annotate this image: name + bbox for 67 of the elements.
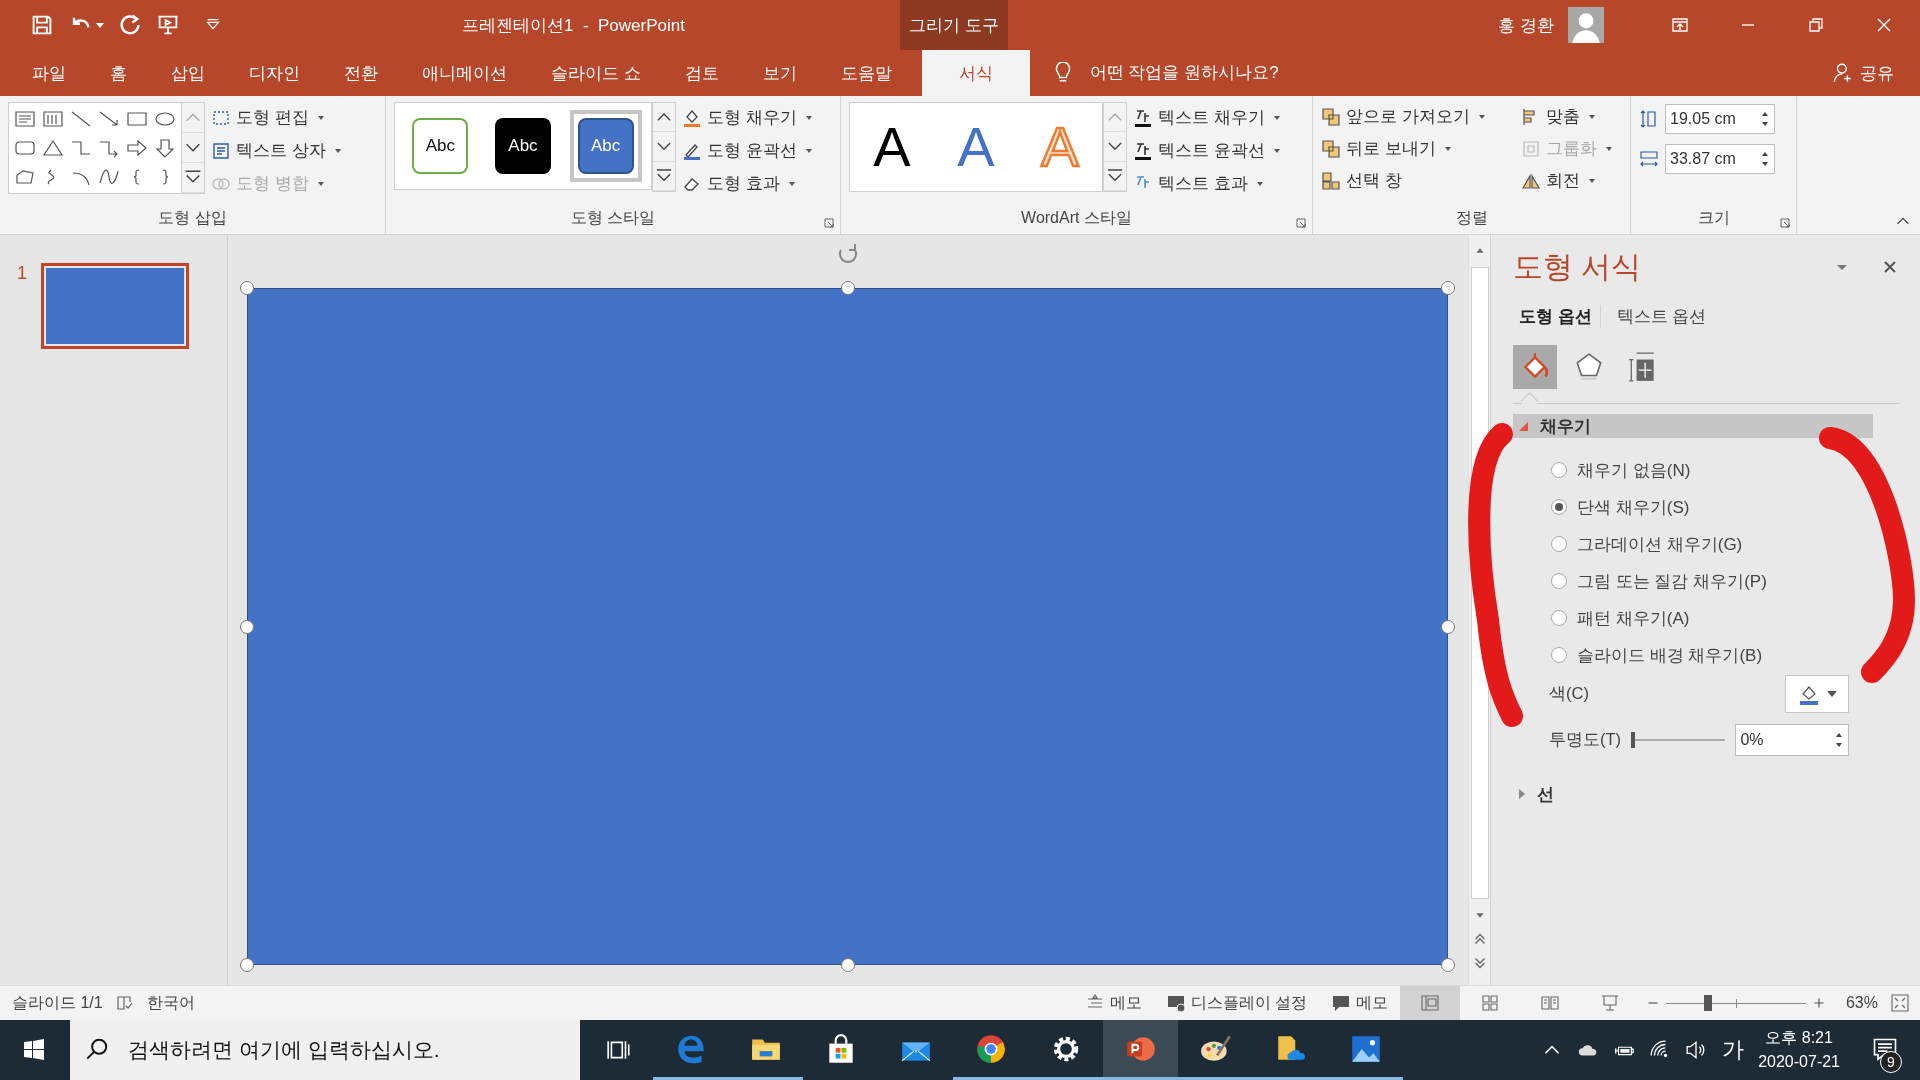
clock-time: 오후 8:21: [1765, 1028, 1833, 1048]
notification-count: 9: [1880, 1051, 1902, 1073]
option-label: 그림 또는 질감 채우기(P): [1577, 570, 1767, 593]
input-method-indicator[interactable]: 가: [1722, 1035, 1745, 1065]
pane-title: 도형 서식: [1513, 248, 1643, 285]
section-header[interactable]: 채우기: [1513, 414, 1873, 438]
ribbon-tab[interactable]: 도움말: [818, 50, 914, 96]
style-preset[interactable]: Abc: [569, 110, 642, 182]
pane-tab[interactable]: 도형 옵션: [1513, 304, 1601, 328]
ribbon-tab[interactable]: 전환: [322, 50, 400, 96]
section-header[interactable]: 선: [1513, 782, 1873, 806]
ribbon-tab[interactable]: 디자인: [227, 50, 322, 96]
option-label: 패턴 채우기(A): [1577, 607, 1690, 630]
ribbon-command[interactable]: 도형 효과: [682, 169, 812, 198]
clock-date: 2020-07-21: [1758, 1052, 1840, 1072]
ribbon-tab[interactable]: 슬라이드 쇼: [529, 50, 663, 96]
ribbon-command[interactable]: 도형 편집: [211, 103, 341, 132]
option-label: 단색 채우기(S): [1577, 496, 1690, 519]
ribbon-command[interactable]: 텍스트 효과: [1133, 169, 1280, 198]
group-label: 크기: [1696, 208, 1731, 228]
width-field[interactable]: 33.87 cm: [1665, 144, 1775, 174]
ribbon-command[interactable]: 선택 창: [1321, 166, 1521, 195]
wordart-preset[interactable]: A: [873, 119, 911, 175]
option-label: 채우기 없음(N): [1577, 459, 1691, 482]
wordart-preset[interactable]: A: [957, 119, 995, 175]
share-button[interactable]: 공유: [1832, 50, 1894, 96]
window-title: 프레젠테이션1 - PowerPoint: [462, 14, 686, 37]
ribbon-command[interactable]: 회전: [1521, 166, 1621, 195]
ribbon-tab[interactable]: 검토: [662, 50, 741, 96]
group-label: 도형 스타일: [569, 208, 657, 228]
ribbon-tab[interactable]: 파일: [0, 50, 88, 96]
ribbon-command[interactable]: 도형 채우기: [682, 103, 812, 132]
user-name: 홍 경환: [1498, 14, 1554, 37]
ribbon-command[interactable]: 텍스트 채우기: [1133, 103, 1280, 132]
ribbon-command[interactable]: 도형 윤곽선: [682, 136, 812, 165]
height-field[interactable]: 19.05 cm: [1665, 104, 1775, 134]
ribbon-command[interactable]: 앞으로 가져오기: [1321, 102, 1521, 131]
option-label: 그라데이션 채우기(G): [1577, 533, 1743, 556]
clock[interactable]: 오후 8:21 2020-07-21: [1758, 1026, 1840, 1074]
zoom-level[interactable]: 63%: [1831, 994, 1886, 1012]
transparency-label: 투명도(T): [1549, 729, 1622, 750]
ribbon-tab[interactable]: 보기: [740, 50, 819, 96]
group-label: 도형 삽입: [157, 208, 228, 228]
option-label: 슬라이드 배경 채우기(B): [1577, 644, 1763, 667]
group-label: WordArt 스타일: [1020, 208, 1133, 228]
ribbon-tab[interactable]: 서식: [921, 50, 1030, 96]
pane-tab[interactable]: 텍스트 옵션: [1610, 304, 1715, 328]
ribbon-tab[interactable]: 홈: [88, 50, 149, 96]
display-settings-button[interactable]: 디스플레이 설정: [1153, 992, 1319, 1014]
ribbon-command[interactable]: 텍스트 윤곽선: [1133, 136, 1280, 165]
comments-button[interactable]: 메모: [1318, 992, 1400, 1014]
group-label: 정렬: [1454, 208, 1489, 228]
tell-me-field[interactable]: 어떤 작업을 원하시나요?: [1087, 62, 1352, 84]
search-field[interactable]: 검색하려면 여기에 입력하십시오.: [126, 1037, 570, 1063]
transparency-field[interactable]: 0%: [1735, 724, 1849, 756]
ribbon-command[interactable]: 맞춤: [1521, 102, 1621, 131]
color-label: 색(C): [1549, 683, 1589, 704]
language-status[interactable]: 한국어: [134, 992, 207, 1014]
notes-button[interactable]: 메모: [1072, 992, 1154, 1014]
slide-number: 1: [17, 263, 27, 284]
slide-counter: 슬라이드 1/1: [11, 992, 104, 1013]
context-tab-label: 그리기 도구: [900, 0, 1008, 50]
ribbon-command[interactable]: 뒤로 보내기: [1321, 134, 1521, 163]
ribbon-tab[interactable]: 애니메이션: [400, 50, 529, 96]
ribbon-tab[interactable]: 삽입: [149, 50, 227, 96]
taskbar-search-box[interactable]: 검색하려면 여기에 입력하십시오.: [70, 1020, 580, 1080]
ribbon-command[interactable]: 텍스트 상자: [211, 136, 341, 165]
